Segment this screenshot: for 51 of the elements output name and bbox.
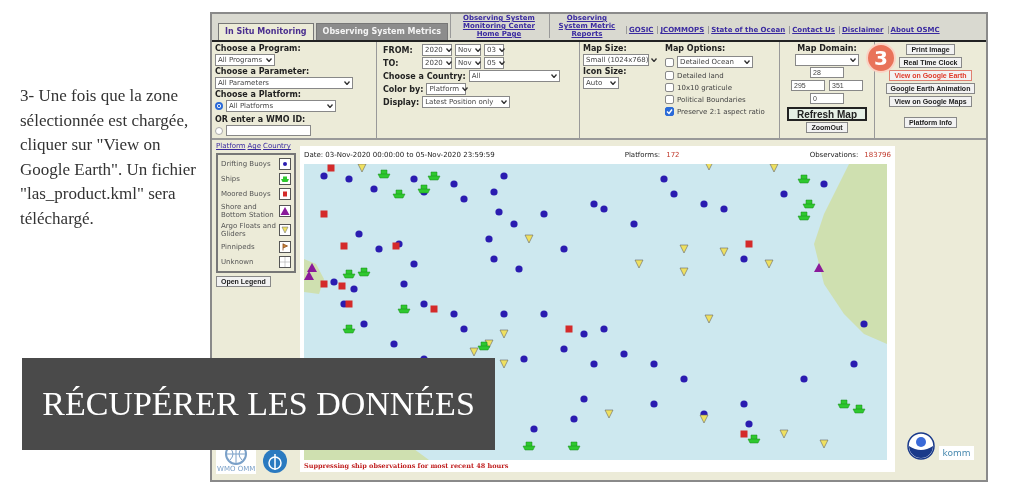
caret-icon: [501, 100, 508, 104]
caret-icon: [344, 81, 350, 85]
field-label: Choose a Program:: [215, 44, 302, 53]
checkbox[interactable]: [665, 83, 674, 92]
map-domain-dropdown[interactable]: [795, 54, 859, 66]
caret-icon: [266, 58, 272, 62]
instruction-text: 3- Une fois que la zone sélectionnée est chargée, cliquer sur "View on Google Earth". Un fichier "las_product.kml" sera téléchargé.: [20, 85, 197, 230]
field-label: Display:: [383, 97, 420, 107]
field-label: TO:: [383, 58, 400, 68]
step-badge: 3: [866, 43, 896, 73]
caret-icon: [474, 61, 481, 65]
caret-icon: [744, 60, 750, 64]
triangle-icon: [279, 205, 291, 217]
field-label: Icon Size:: [583, 67, 628, 76]
field-label: Map Options:: [665, 44, 727, 53]
caret-icon: [498, 61, 505, 65]
radio-button[interactable]: [215, 102, 223, 110]
checkbox[interactable]: [665, 95, 674, 104]
field-label: Choose a Platform:: [215, 90, 302, 99]
caret-icon: [327, 104, 333, 108]
checkbox[interactable]: [665, 71, 674, 80]
caret-icon: [850, 58, 856, 62]
ship-icon: [279, 173, 291, 185]
caret-icon: [610, 81, 616, 85]
triangle-icon: [279, 224, 291, 236]
checkbox[interactable]: [665, 107, 674, 116]
refresh-map-button[interactable]: Refresh Map: [787, 107, 867, 121]
caret-icon: [445, 61, 452, 65]
field-label: Map Domain:: [797, 44, 857, 53]
caret-icon: [550, 74, 557, 78]
field-label: OR enter a WMO ID:: [215, 115, 307, 124]
field-label: Color by:: [383, 84, 424, 94]
komm-logo: komm: [938, 446, 975, 460]
grid-icon: [279, 256, 291, 268]
tab[interactable]: In Situ Monitoring: [218, 23, 314, 40]
field-label: Choose a Country:: [383, 71, 466, 81]
flag-icon: [279, 241, 291, 253]
caret-icon: [498, 48, 505, 52]
caret-icon: [445, 48, 452, 52]
field-label: FROM:: [383, 45, 414, 55]
wmo-id-field[interactable]: [226, 125, 311, 136]
radio-button[interactable]: [215, 126, 223, 135]
square-icon: [279, 188, 291, 200]
field-label: Choose a Parameter:: [215, 67, 311, 76]
caret-icon: [462, 87, 468, 91]
circle-emblem-icon: [262, 448, 289, 474]
caret-icon: [474, 48, 481, 52]
checkbox[interactable]: [665, 57, 674, 67]
field-label: Map Size:: [583, 44, 628, 53]
caret-icon: [651, 58, 658, 62]
section-banner: RÉCUPÉRER LES DONNÉES: [22, 358, 495, 450]
